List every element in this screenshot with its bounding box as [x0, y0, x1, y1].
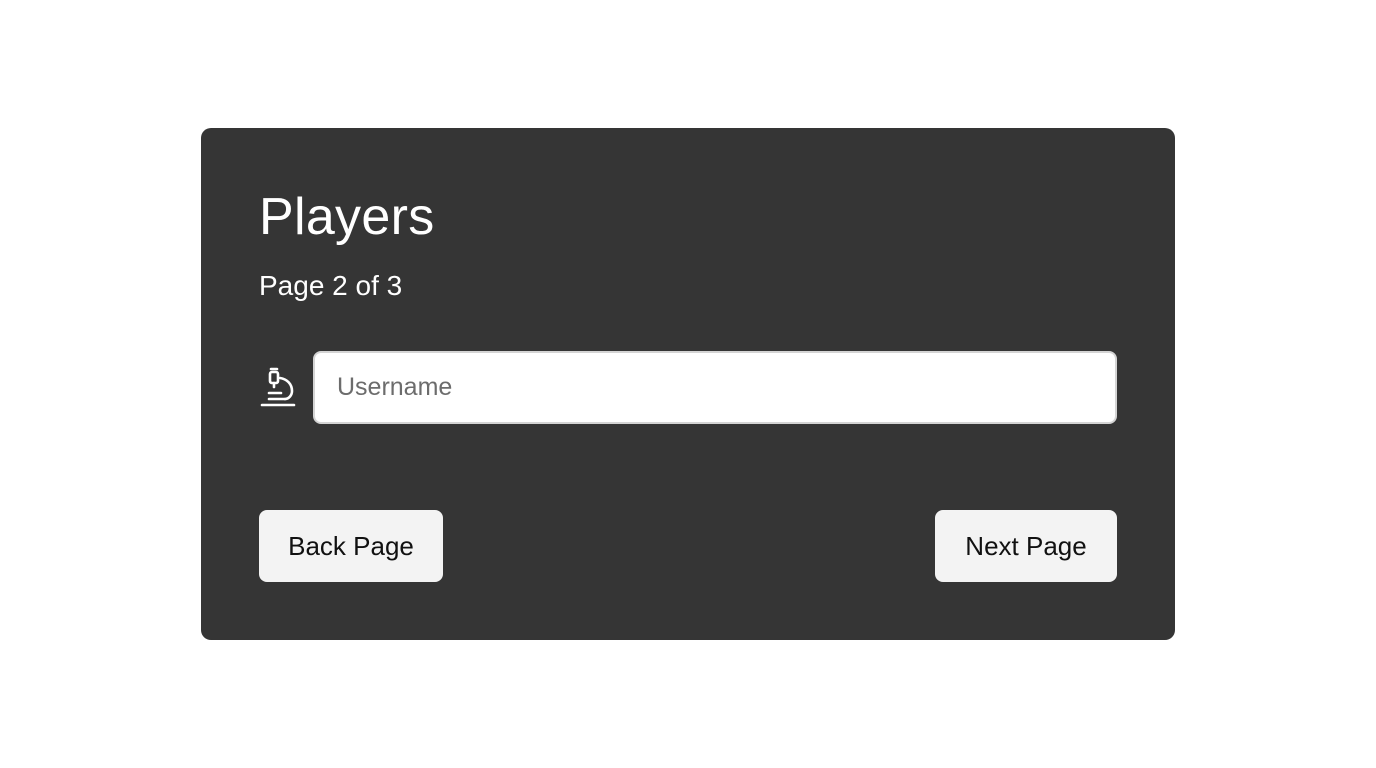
back-page-button[interactable]: Back Page [259, 510, 443, 582]
username-search-input[interactable] [313, 351, 1117, 424]
search-row [259, 351, 1117, 424]
page-title: Players [259, 188, 435, 246]
players-card: Players Page 2 of 3 Back Page Next Page [201, 128, 1175, 640]
next-page-button[interactable]: Next Page [935, 510, 1117, 582]
microscope-icon [259, 367, 297, 407]
page-indicator: Page 2 of 3 [259, 270, 403, 301]
